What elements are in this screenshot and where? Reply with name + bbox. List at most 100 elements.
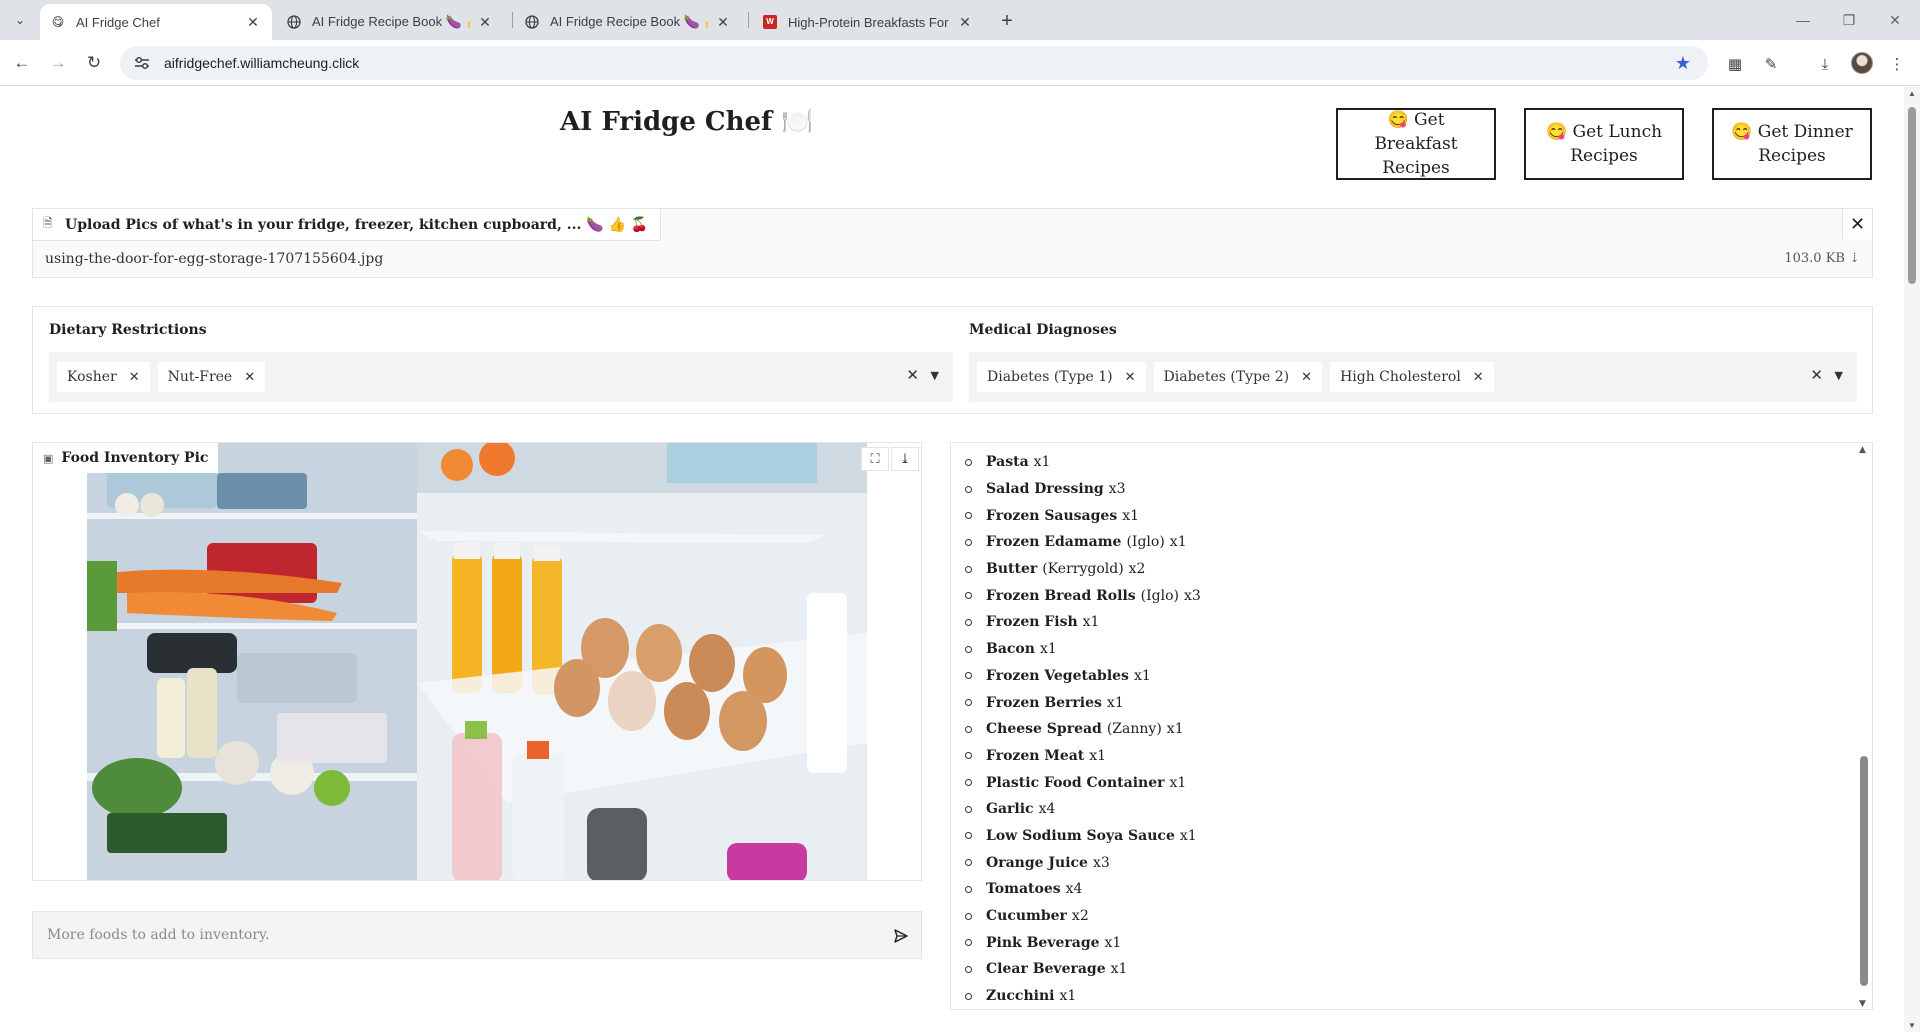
inventory-item: Pink Beverage x1 — [965, 929, 1201, 956]
tab-search-chevron-icon[interactable]: ⌄ — [6, 8, 34, 32]
bullet-circle-icon — [965, 779, 972, 787]
bullet-circle-icon — [965, 672, 972, 680]
scrollbar-thumb[interactable] — [1908, 107, 1916, 284]
fullscreen-icon[interactable]: ⛶ — [861, 447, 889, 471]
close-tab-icon[interactable]: ✕ — [714, 13, 732, 31]
item-name: Butter — [986, 561, 1038, 578]
tab-recipe-book-1[interactable]: AI Fridge Recipe Book 🍆 👍 🍒 ✕ — [276, 4, 504, 40]
medical-diagnoses-select[interactable]: Diabetes (Type 1) ✕ Diabetes (Type 2) ✕ … — [969, 352, 1857, 402]
browser-toolbar: ← → ↻ aifridgechef.williamcheung.click ★… — [0, 40, 1920, 86]
dietary-chip: Kosher ✕ — [57, 362, 150, 392]
send-icon[interactable] — [889, 924, 913, 948]
clear-all-icon[interactable]: ✕ — [906, 366, 919, 384]
scroll-up-arrow-icon[interactable]: ▲ — [1908, 89, 1916, 98]
more-foods-input[interactable] — [33, 912, 883, 958]
remove-chip-icon[interactable]: ✕ — [244, 370, 255, 385]
item-name: Frozen Edamame — [986, 534, 1122, 551]
tab-strip: ⌄ 😋 AI Fridge Chef ✕ AI Fridge Recipe Bo… — [0, 0, 1920, 40]
item-name: Clear Beverage — [986, 961, 1106, 978]
close-window-icon[interactable]: ✕ — [1872, 0, 1918, 40]
close-tab-icon[interactable]: ✕ — [476, 13, 494, 31]
item-brand: (Iglo) — [1140, 587, 1179, 604]
inventory-item: Tomatoes x4 — [965, 876, 1201, 903]
item-quantity: x1 — [1179, 827, 1197, 844]
item-quantity: x1 — [1133, 667, 1151, 684]
uploaded-file-name[interactable]: using-the-door-for-egg-storage-170715560… — [45, 251, 383, 267]
bullet-circle-icon — [965, 592, 972, 600]
item-name: Pink Beverage — [986, 934, 1100, 951]
inventory-item: Zucchini x1 — [965, 983, 1201, 1009]
scroll-down-arrow-icon[interactable]: ▼ — [1859, 999, 1866, 1009]
clear-all-icon[interactable]: ✕ — [1810, 366, 1823, 384]
tab-high-protein-breakfasts[interactable]: W High-Protein Breakfasts For We ✕ — [752, 4, 984, 40]
dropdown-caret-icon[interactable]: ▼ — [1835, 369, 1843, 382]
scroll-up-arrow-icon[interactable]: ▲ — [1859, 445, 1866, 455]
site-info-icon[interactable] — [130, 51, 154, 75]
get-breakfast-recipes-button[interactable]: 😋 Get Breakfast Recipes — [1336, 108, 1496, 180]
dropdown-caret-icon[interactable]: ▼ — [931, 369, 939, 382]
medical-chip: Diabetes (Type 1) ✕ — [977, 362, 1146, 392]
inventory-item: Cheese Spread (Zanny) x1 — [965, 716, 1201, 743]
page-title-text: AI Fridge Chef — [560, 107, 773, 137]
remove-chip-icon[interactable]: ✕ — [1301, 370, 1312, 385]
bookmark-star-icon[interactable]: ★ — [1670, 50, 1696, 76]
reload-icon[interactable]: ↻ — [80, 49, 108, 77]
clear-upload-close-icon[interactable]: ✕ — [1842, 209, 1872, 239]
tab-ai-fridge-chef[interactable]: 😋 AI Fridge Chef ✕ — [40, 4, 272, 40]
menu-dots-icon[interactable]: ⋮ — [1885, 52, 1909, 76]
back-arrow-icon[interactable]: ← — [8, 49, 36, 77]
download-icon[interactable]: ⤓ — [1813, 52, 1837, 76]
download-image-icon[interactable]: ⤓ — [891, 447, 919, 471]
item-quantity: x1 — [1169, 774, 1187, 791]
item-quantity: x1 — [1039, 641, 1057, 658]
page-title: AI Fridge Chef 🍽️ — [560, 107, 814, 137]
new-tab-plus-icon[interactable]: + — [994, 8, 1020, 34]
close-tab-icon[interactable]: ✕ — [244, 13, 262, 31]
profile-avatar[interactable] — [1851, 52, 1873, 74]
close-tab-icon[interactable]: ✕ — [956, 13, 974, 31]
food-inventory-image-panel: ▣ Food Inventory Pic ⛶ ⤓ — [32, 442, 922, 881]
inventory-list-panel[interactable]: Pasta x1 Salad Dressing x3 Frozen Sausages x1… — [950, 442, 1873, 1010]
uploaded-file-size[interactable]: 103.0 KB ⇣ — [1784, 251, 1860, 266]
address-bar[interactable]: aifridgechef.williamcheung.click ★ — [120, 46, 1708, 80]
inventory-item: Frozen Vegetables x1 — [965, 663, 1201, 690]
upload-label: 🗎 Upload Pics of what's in your fridge, … — [33, 209, 662, 241]
scrollbar-thumb[interactable] — [1860, 756, 1868, 986]
page-scrollbar[interactable]: ▲ ▼ — [1904, 87, 1920, 1032]
item-name: Garlic — [986, 801, 1034, 818]
item-name: Tomatoes — [986, 881, 1061, 898]
minimize-icon[interactable]: — — [1780, 0, 1826, 40]
dietary-restrictions-group: Dietary Restrictions Kosher ✕ Nut-Free ✕… — [33, 307, 953, 415]
tab-title: AI Fridge Recipe Book 🍆 👍 🍒 — [550, 14, 708, 29]
get-lunch-recipes-button[interactable]: 😋 Get Lunch Recipes — [1524, 108, 1684, 180]
item-name: Frozen Meat — [986, 747, 1085, 764]
remove-chip-icon[interactable]: ✕ — [1473, 370, 1484, 385]
remove-chip-icon[interactable]: ✕ — [129, 370, 140, 385]
get-dinner-recipes-button[interactable]: 😋 Get Dinner Recipes — [1712, 108, 1872, 180]
bullet-circle-icon — [965, 832, 972, 840]
dietary-restrictions-select[interactable]: Kosher ✕ Nut-Free ✕ ✕ ▼ — [49, 352, 953, 402]
inventory-item: Frozen Edamame (Iglo) x1 — [965, 529, 1201, 556]
yum-face-icon: 😋 — [1387, 110, 1409, 130]
item-name: Frozen Berries — [986, 694, 1102, 711]
scroll-down-arrow-icon[interactable]: ▼ — [1908, 1021, 1916, 1030]
item-brand: (Iglo) — [1126, 534, 1165, 551]
tab-recipe-book-2[interactable]: AI Fridge Recipe Book 🍆 👍 🍒 ✕ — [514, 4, 742, 40]
inventory-scrollbar[interactable]: ▲ ▼ — [1858, 443, 1870, 1009]
wl-logo-icon: W — [762, 14, 778, 30]
globe-icon — [524, 14, 540, 30]
reading-mode-icon[interactable]: ▦ — [1723, 52, 1747, 76]
yum-face-icon: 😋 — [1731, 122, 1753, 142]
upload-panel: 🗎 Upload Pics of what's in your fridge, … — [32, 208, 1873, 278]
item-name: Plastic Food Container — [986, 774, 1165, 791]
inventory-item: Pasta x1 — [965, 449, 1201, 476]
forward-arrow-icon[interactable]: → — [44, 49, 72, 77]
inventory-item: Frozen Berries x1 — [965, 689, 1201, 716]
bullet-circle-icon — [965, 565, 972, 573]
remove-chip-icon[interactable]: ✕ — [1125, 370, 1136, 385]
item-name: Orange Juice — [986, 854, 1088, 871]
item-name: Frozen Bread Rolls — [986, 587, 1136, 604]
restore-icon[interactable]: ❐ — [1826, 0, 1872, 40]
item-quantity: x1 — [1033, 454, 1051, 471]
extensions-puzzle-icon[interactable]: ✎ — [1759, 52, 1783, 76]
